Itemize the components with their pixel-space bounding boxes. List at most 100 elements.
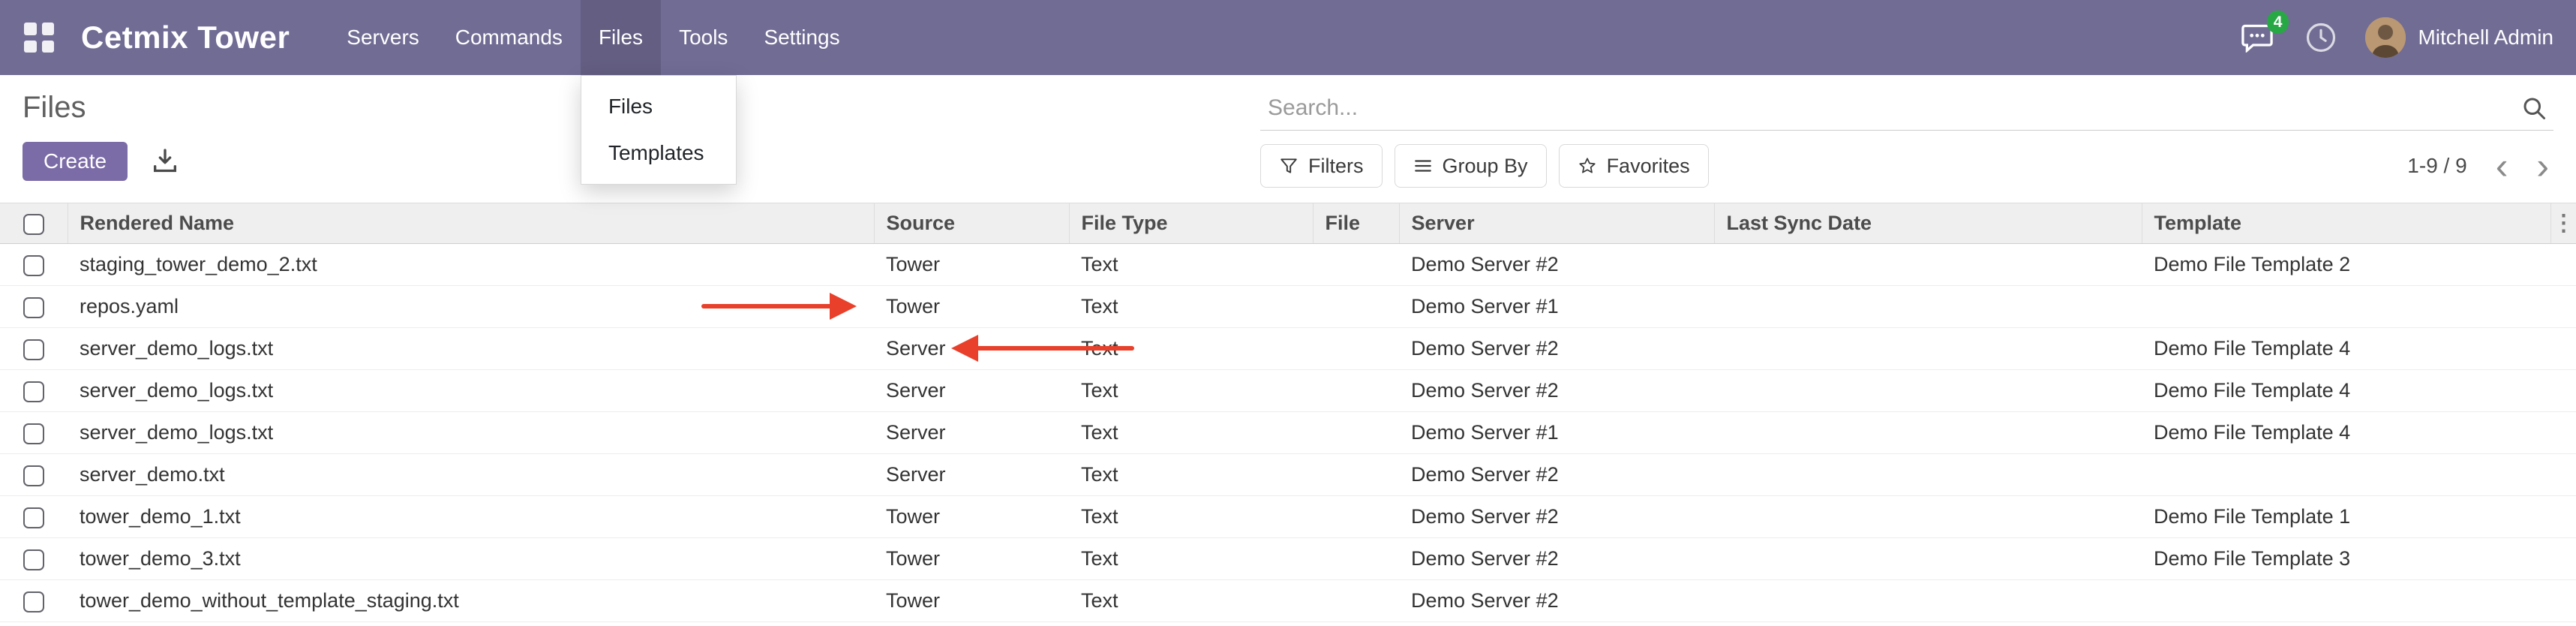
menu-servers[interactable]: Servers: [329, 0, 437, 75]
table-row[interactable]: server_demo.txt Server Text Demo Server …: [0, 454, 2576, 496]
cell-last-sync-date: [1714, 538, 2142, 580]
search-options-row: Filters Group By Favorites 1-9 / 9: [1260, 144, 2553, 188]
apps-grid-square: [42, 23, 55, 35]
main-menu: Servers Commands Files Files Templates T…: [329, 0, 857, 75]
apps-grid-icon[interactable]: [23, 21, 56, 54]
cell-server: Demo Server #1: [1399, 286, 1714, 328]
table-row[interactable]: staging_tower_demo_2.txt Tower Text Demo…: [0, 244, 2576, 286]
user-menu[interactable]: Mitchell Admin: [2365, 17, 2553, 58]
row-checkbox-cell: [0, 286, 68, 328]
row-checkbox[interactable]: [23, 255, 44, 276]
search-icon[interactable]: [2520, 95, 2547, 122]
files-list-table: Rendered Name Source File Type File Serv…: [0, 203, 2576, 622]
row-checkbox[interactable]: [23, 465, 44, 486]
messages-icon[interactable]: 4: [2241, 21, 2277, 54]
select-all-cell: [0, 203, 68, 244]
row-checkbox[interactable]: [23, 297, 44, 318]
cell-kebab-spacer: [2550, 580, 2576, 622]
menu-tools[interactable]: Tools: [661, 0, 746, 75]
magnifier-icon: [2520, 95, 2547, 122]
column-header-file-type[interactable]: File Type: [1069, 203, 1313, 244]
table-row[interactable]: server_demo_logs.txt Server Text Demo Se…: [0, 412, 2576, 454]
funnel-icon: [1279, 156, 1299, 176]
cell-server: Demo Server #1: [1399, 412, 1714, 454]
row-checkbox[interactable]: [23, 591, 44, 612]
cell-kebab-spacer: [2550, 496, 2576, 538]
messages-count-badge: 4: [2267, 11, 2289, 34]
cell-kebab-spacer: [2550, 244, 2576, 286]
row-checkbox[interactable]: [23, 507, 44, 528]
pager-next-icon[interactable]: ›: [2536, 151, 2549, 181]
cell-rendered-name: tower_demo_without_template_staging.txt: [68, 580, 874, 622]
optional-columns-icon[interactable]: ⋮: [2550, 203, 2576, 244]
user-avatar: [2365, 17, 2406, 58]
favorites-button[interactable]: Favorites: [1559, 144, 1709, 188]
cell-kebab-spacer: [2550, 286, 2576, 328]
table-row[interactable]: repos.yaml Tower Text Demo Server #1: [0, 286, 2576, 328]
top-navbar: Cetmix Tower Servers Commands Files File…: [0, 0, 2576, 75]
column-header-source[interactable]: Source: [874, 203, 1069, 244]
cell-file: [1313, 454, 1399, 496]
menu-settings[interactable]: Settings: [746, 0, 857, 75]
menu-commands[interactable]: Commands: [437, 0, 581, 75]
filters-button[interactable]: Filters: [1260, 144, 1383, 188]
group-by-icon: [1413, 156, 1433, 176]
page-title: Files: [23, 90, 180, 125]
table-row[interactable]: tower_demo_3.txt Tower Text Demo Server …: [0, 538, 2576, 580]
cell-file-type: Text: [1069, 286, 1313, 328]
create-button[interactable]: Create: [23, 142, 128, 181]
cell-server: Demo Server #2: [1399, 496, 1714, 538]
column-header-file[interactable]: File: [1313, 203, 1399, 244]
search-input[interactable]: [1266, 95, 2510, 122]
column-header-template[interactable]: Template: [2142, 203, 2550, 244]
activity-clock-icon[interactable]: [2305, 22, 2337, 53]
cell-file: [1313, 580, 1399, 622]
cell-file-type: Text: [1069, 496, 1313, 538]
table-row[interactable]: server_demo_logs.txt Server Text Demo Se…: [0, 328, 2576, 370]
cell-source: Tower: [874, 496, 1069, 538]
search-option-buttons: Filters Group By Favorites: [1260, 144, 1709, 188]
table-row[interactable]: server_demo_logs.txt Server Text Demo Se…: [0, 370, 2576, 412]
cell-template: Demo File Template 4: [2142, 412, 2550, 454]
row-checkbox[interactable]: [23, 549, 44, 570]
cell-file-type: Text: [1069, 370, 1313, 412]
row-checkbox[interactable]: [23, 423, 44, 444]
cell-server: Demo Server #2: [1399, 538, 1714, 580]
row-checkbox-cell: [0, 496, 68, 538]
menu-files[interactable]: Files Files Templates: [581, 0, 661, 75]
cell-template: Demo File Template 4: [2142, 370, 2550, 412]
row-checkbox[interactable]: [23, 339, 44, 360]
cell-last-sync-date: [1714, 412, 2142, 454]
column-header-rendered-name[interactable]: Rendered Name: [68, 203, 874, 244]
pager-prev-icon[interactable]: ‹: [2496, 151, 2508, 181]
cell-file: [1313, 538, 1399, 580]
cell-kebab-spacer: [2550, 328, 2576, 370]
cell-template: Demo File Template 4: [2142, 328, 2550, 370]
navbar-left: Cetmix Tower Servers Commands Files File…: [23, 0, 858, 75]
column-header-last-sync-date[interactable]: Last Sync Date: [1714, 203, 2142, 244]
cell-source: Server: [874, 370, 1069, 412]
cell-file: [1313, 328, 1399, 370]
export-button[interactable]: [150, 146, 180, 176]
control-panel-right: Filters Group By Favorites 1-9 / 9: [1260, 90, 2553, 188]
files-dropdown-menu: Files Templates: [581, 75, 737, 185]
cell-rendered-name: server_demo_logs.txt: [68, 328, 874, 370]
cell-template: Demo File Template 3: [2142, 538, 2550, 580]
table-row[interactable]: tower_demo_without_template_staging.txt …: [0, 580, 2576, 622]
app-brand[interactable]: Cetmix Tower: [81, 0, 290, 75]
cell-last-sync-date: [1714, 328, 2142, 370]
column-header-server[interactable]: Server: [1399, 203, 1714, 244]
table-row[interactable]: tower_demo_1.txt Tower Text Demo Server …: [0, 496, 2576, 538]
row-checkbox[interactable]: [23, 381, 44, 402]
dropdown-item-files[interactable]: Files: [581, 83, 736, 130]
group-by-button[interactable]: Group By: [1395, 144, 1547, 188]
cell-source: Tower: [874, 538, 1069, 580]
cell-rendered-name: staging_tower_demo_2.txt: [68, 244, 874, 286]
row-checkbox-cell: [0, 412, 68, 454]
dropdown-item-templates[interactable]: Templates: [581, 130, 736, 176]
cell-kebab-spacer: [2550, 412, 2576, 454]
cell-rendered-name: repos.yaml: [68, 286, 874, 328]
cell-template: [2142, 286, 2550, 328]
select-all-checkbox[interactable]: [23, 214, 44, 235]
filters-label: Filters: [1308, 155, 1364, 178]
